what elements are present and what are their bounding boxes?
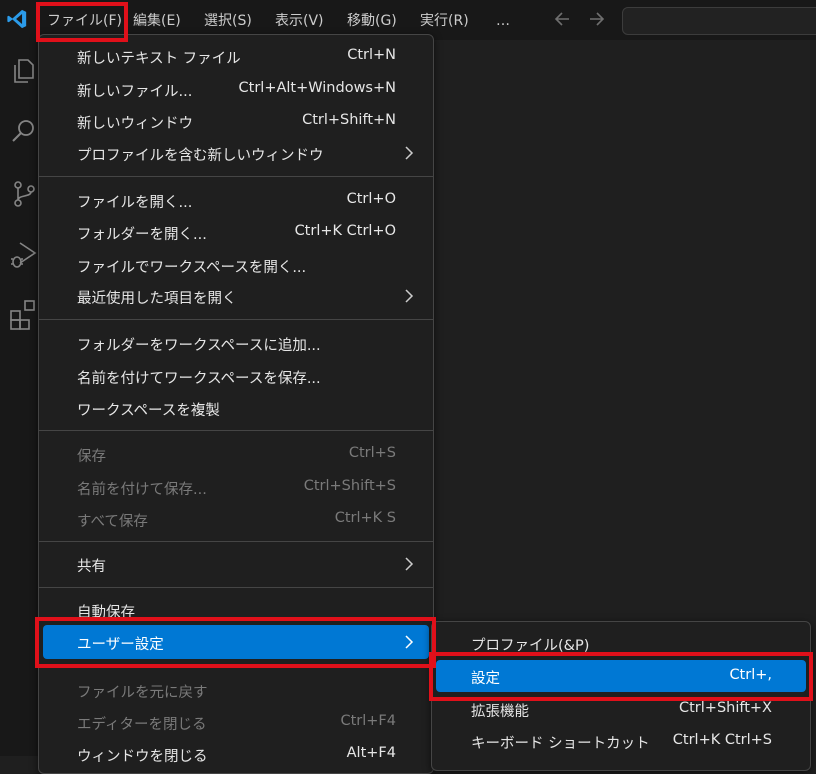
menu-item-new-file[interactable]: 新しいファイル... Ctrl+Alt+Windows+N xyxy=(38,74,434,104)
menu-item-close-editor[interactable]: エディターを閉じる Ctrl+F4 xyxy=(38,707,434,737)
activity-bar xyxy=(0,40,40,756)
menu-item-save-all[interactable]: すべて保存 Ctrl+K S xyxy=(38,504,434,534)
menu-run[interactable]: 実行(R) xyxy=(420,10,469,32)
chevron-right-icon xyxy=(405,635,414,649)
menu-item-label: 拡張機能 xyxy=(471,704,529,720)
menu-item-new-window-with-profile[interactable]: プロファイルを含む新しいウィンドウ xyxy=(38,138,434,168)
menu-item-label: すべて保存 xyxy=(77,514,148,530)
menu-separator xyxy=(38,176,434,177)
menu-item-close-window[interactable]: ウィンドウを閉じる Alt+F4 xyxy=(38,739,434,769)
menu-item-label: 自動保存 xyxy=(77,605,135,621)
arrow-right-icon[interactable] xyxy=(586,8,606,30)
menu-item-save[interactable]: 保存 Ctrl+S xyxy=(38,439,434,469)
menu-item-shortcut: Ctrl+Shift+S xyxy=(303,478,396,494)
vscode-logo-icon xyxy=(7,9,27,29)
menu-item-shortcut: Ctrl+O xyxy=(346,191,396,207)
menu-item-shortcut: Ctrl+N xyxy=(347,47,396,63)
extensions-icon[interactable] xyxy=(8,298,40,330)
menu-item-label: ワークスペースを複製 xyxy=(77,403,220,419)
run-debug-icon[interactable] xyxy=(8,238,40,270)
menu-item-duplicate-workspace[interactable]: ワークスペースを複製 xyxy=(38,393,434,423)
menu-more[interactable]: … xyxy=(496,10,510,32)
menu-item-shortcut: Ctrl+S xyxy=(348,445,396,461)
menu-item-label: 新しいテキスト ファイル xyxy=(77,51,241,67)
menu-file[interactable]: ファイル(F) xyxy=(47,10,122,32)
menu-item-label: フォルダーをワークスペースに追加... xyxy=(77,338,321,354)
chevron-right-icon xyxy=(405,146,414,160)
menu-separator xyxy=(38,319,434,320)
menu-separator xyxy=(38,430,434,431)
menu-item-label: 最近使用した項目を開く xyxy=(77,291,237,307)
menu-item-label: キーボード ショートカット xyxy=(471,736,650,752)
arrow-left-icon[interactable] xyxy=(553,8,573,30)
menu-item-share[interactable]: 共有 xyxy=(38,549,434,579)
menu-item-label: ファイルでワークスペースを開く... xyxy=(77,260,307,276)
menu-item-new-window[interactable]: 新しいウィンドウ Ctrl+Shift+N xyxy=(38,106,434,136)
menu-item-add-folder-to-workspace[interactable]: フォルダーをワークスペースに追加... xyxy=(38,328,434,358)
menu-item-label: エディターを閉じる xyxy=(77,717,207,733)
menu-item-shortcut: Ctrl+Shift+X xyxy=(679,700,772,716)
menu-separator xyxy=(38,541,434,542)
menu-separator xyxy=(38,665,434,666)
menu-item-label: 新しいウィンドウ xyxy=(77,116,193,132)
submenu-item-settings[interactable]: 設定 Ctrl+, xyxy=(436,660,806,692)
menu-edit[interactable]: 編集(E) xyxy=(133,10,181,32)
menu-item-label: 名前を付けてワークスペースを保存... xyxy=(77,371,321,387)
menu-item-shortcut: Ctrl+K Ctrl+S xyxy=(672,732,772,748)
menu-item-label: 共有 xyxy=(77,559,106,575)
menu-separator xyxy=(38,587,434,588)
menu-item-shortcut: Ctrl+Alt+Windows+N xyxy=(238,80,396,96)
menu-item-label: ファイルを元に戻す xyxy=(77,685,208,701)
chevron-right-icon xyxy=(405,557,414,571)
menu-item-label: 設定 xyxy=(471,671,500,687)
explorer-icon[interactable] xyxy=(8,55,40,87)
menu-item-open-file[interactable]: ファイルを開く... Ctrl+O xyxy=(38,185,434,215)
menu-item-label: ファイルを開く... xyxy=(77,195,193,211)
menu-view[interactable]: 表示(V) xyxy=(275,10,324,32)
menu-item-save-as[interactable]: 名前を付けて保存... Ctrl+Shift+S xyxy=(38,472,434,502)
menu-item-open-folder[interactable]: フォルダーを開く... Ctrl+K Ctrl+O xyxy=(38,217,434,247)
search-icon[interactable] xyxy=(8,115,40,147)
menu-item-shortcut: Ctrl+F4 xyxy=(340,713,396,729)
menu-item-label: ユーザー設定 xyxy=(77,637,164,653)
menu-item-auto-save[interactable]: 自動保存 xyxy=(38,595,434,625)
submenu-item-profiles[interactable]: プロファイル(&P) xyxy=(436,628,806,660)
menu-item-label: プロファイルを含む新しいウィンドウ xyxy=(77,148,324,164)
menu-item-shortcut: Ctrl+Shift+N xyxy=(302,112,396,128)
menu-item-label: 名前を付けて保存... xyxy=(77,482,207,498)
menu-item-shortcut: Ctrl+, xyxy=(729,667,772,683)
source-control-icon[interactable] xyxy=(8,178,40,210)
menu-item-new-text-file[interactable]: 新しいテキスト ファイル Ctrl+N xyxy=(38,41,434,71)
menu-item-shortcut: Alt+F4 xyxy=(346,745,396,761)
menu-item-label: フォルダーを開く... xyxy=(77,227,207,243)
menu-item-revert-file[interactable]: ファイルを元に戻す xyxy=(38,675,434,705)
menu-selection[interactable]: 選択(S) xyxy=(204,10,252,32)
submenu-item-keyboard-shortcuts[interactable]: キーボード ショートカット Ctrl+K Ctrl+S xyxy=(436,726,806,758)
submenu-item-extensions[interactable]: 拡張機能 Ctrl+Shift+X xyxy=(436,694,806,726)
menu-item-open-recent[interactable]: 最近使用した項目を開く xyxy=(38,281,434,311)
menu-go[interactable]: 移動(G) xyxy=(347,10,397,32)
menu-item-open-workspace[interactable]: ファイルでワークスペースを開く... xyxy=(38,250,434,280)
command-center[interactable] xyxy=(622,7,816,35)
menu-item-preferences[interactable]: ユーザー設定 xyxy=(43,625,429,659)
menu-item-save-workspace-as[interactable]: 名前を付けてワークスペースを保存... xyxy=(38,361,434,391)
menu-item-label: 新しいファイル... xyxy=(77,84,193,100)
menu-item-label: プロファイル(&P) xyxy=(471,638,590,654)
menu-item-shortcut: Ctrl+K Ctrl+O xyxy=(294,223,396,239)
menu-item-label: 保存 xyxy=(77,449,106,465)
chevron-right-icon xyxy=(405,289,414,303)
menu-item-shortcut: Ctrl+K S xyxy=(334,510,396,526)
